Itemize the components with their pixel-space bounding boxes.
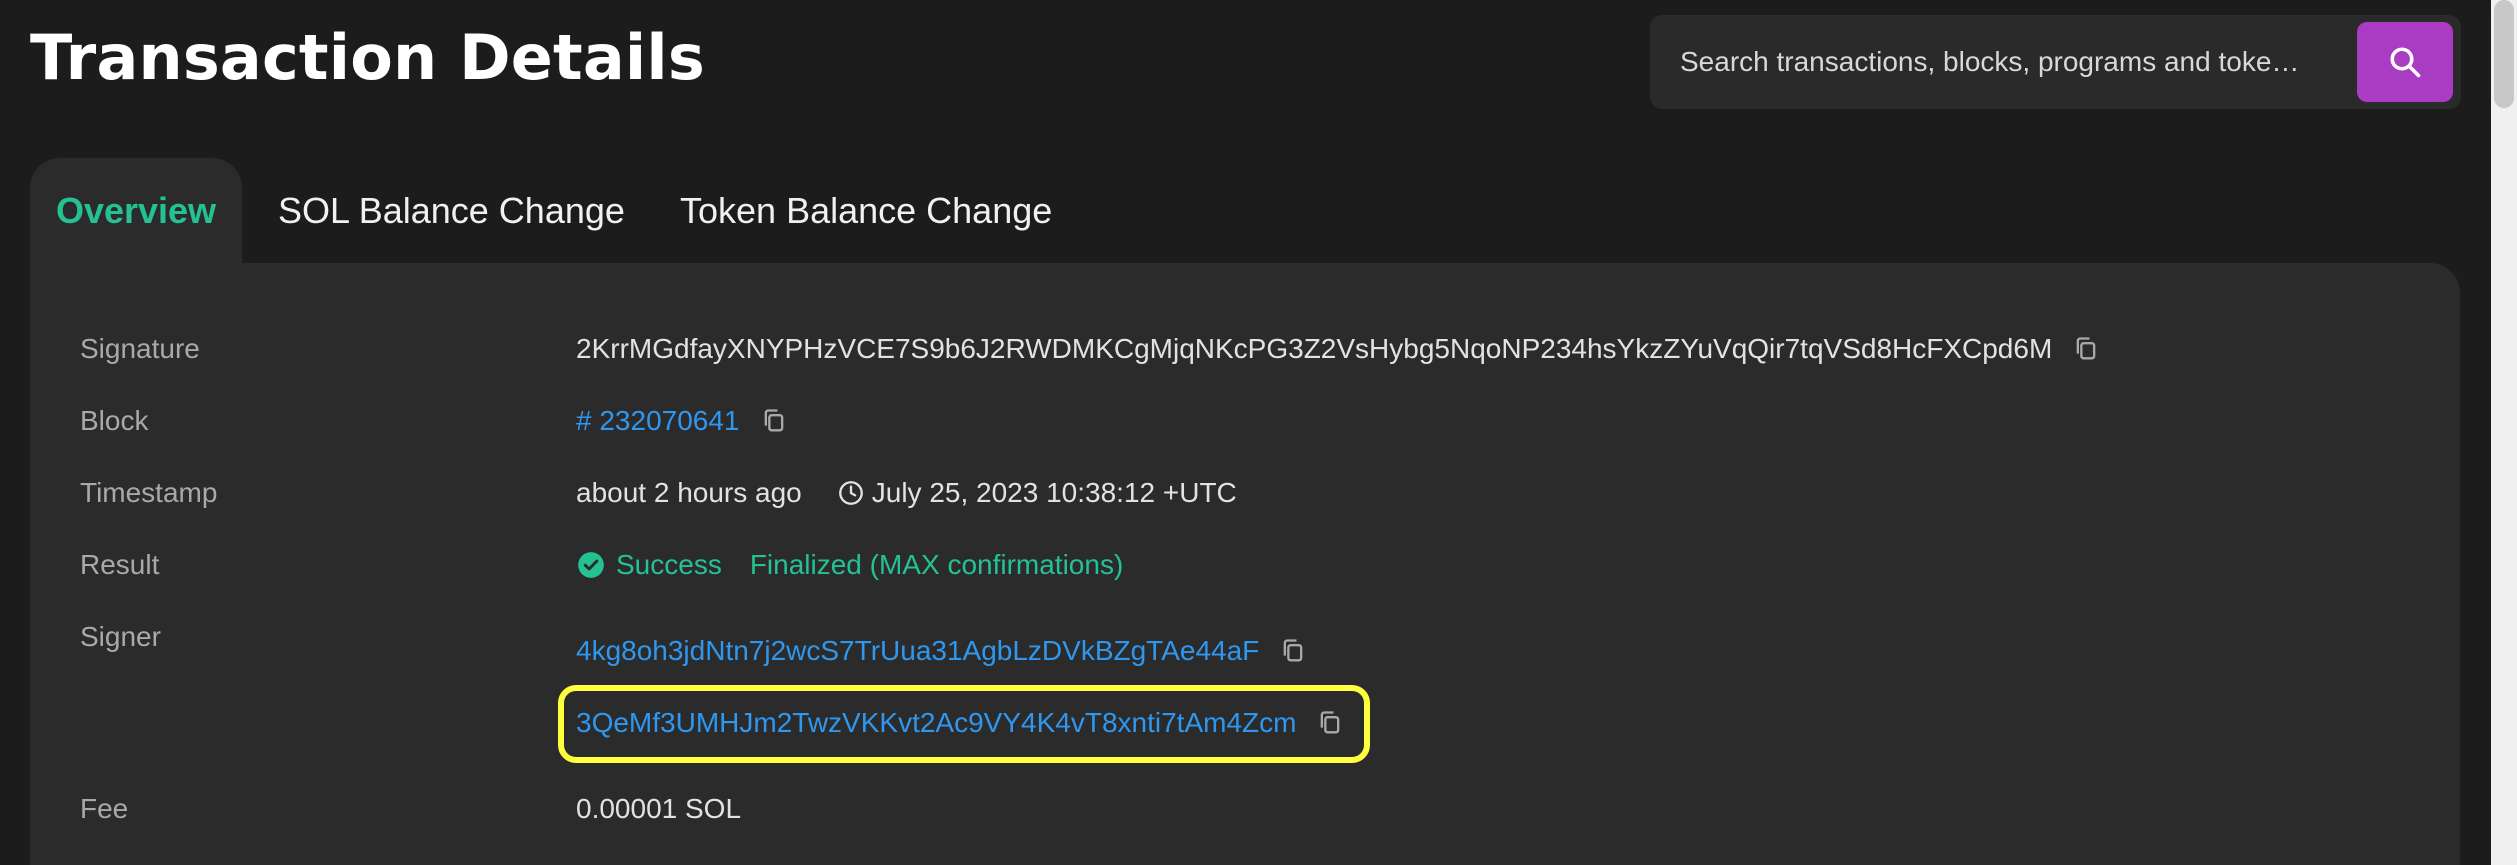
transaction-overview-panel: Signature 2KrrMGdfayXNYPHzVCE7S9b6J2RWDM…: [30, 263, 2460, 865]
copy-block-icon[interactable]: [758, 404, 790, 438]
check-circle-icon: [576, 550, 606, 580]
block-link[interactable]: # 232070641: [576, 405, 740, 437]
signature-label: Signature: [80, 333, 200, 364]
page-title: Transaction Details: [30, 21, 705, 94]
block-value-row: # 232070641: [576, 399, 790, 443]
signer-highlight-box: [558, 685, 1370, 763]
signature-value-row: 2KrrMGdfayXNYPHzVCE7S9b6J2RWDMKCgMjqNKcP…: [576, 327, 2102, 371]
timestamp-value-row: about 2 hours ago July 25, 2023 10:38:12…: [576, 471, 1237, 515]
tab-overview[interactable]: Overview: [30, 158, 242, 264]
timestamp-absolute: July 25, 2023 10:38:12 +UTC: [871, 477, 1237, 508]
signature-value: 2KrrMGdfayXNYPHzVCE7S9b6J2RWDMKCgMjqNKcP…: [576, 333, 2053, 364]
signer-value-row-1: 4kg8oh3jdNtn7j2wcS7TrUua31AgbLzDVkBZgTAe…: [576, 629, 1309, 673]
fee-value: 0.00001 SOL: [576, 793, 742, 824]
signer-link-1[interactable]: 4kg8oh3jdNtn7j2wcS7TrUua31AgbLzDVkBZgTAe…: [576, 635, 1259, 667]
fee-label: Fee: [80, 793, 129, 824]
search-input[interactable]: [1680, 15, 2340, 109]
copy-signer-1-icon[interactable]: [1277, 634, 1309, 668]
result-label: Result: [80, 549, 160, 580]
transaction-details-page: Transaction Details Overview SOL Balance…: [0, 0, 2517, 865]
fee-value-row: 0.00001 SOL: [576, 787, 741, 831]
scrollbar-thumb[interactable]: [2494, 0, 2514, 108]
transaction-tabs: Overview SOL Balance Change Token Balanc…: [30, 158, 1230, 264]
search-box: [1650, 15, 2461, 109]
clock-icon: [836, 478, 866, 508]
signer-label: Signer: [80, 621, 161, 652]
result-status: Success: [616, 549, 722, 580]
tab-token-balance-change[interactable]: Token Balance Change: [680, 158, 1052, 264]
search-icon: [2390, 47, 2421, 78]
vertical-scrollbar[interactable]: [2491, 0, 2517, 865]
timestamp-label: Timestamp: [80, 477, 218, 508]
block-label: Block: [80, 405, 149, 436]
search-button[interactable]: [2357, 22, 2453, 102]
confirmation-status: Finalized (MAX confirmations): [749, 549, 1124, 580]
result-value-row: Success Finalized (MAX confirmations): [576, 543, 1123, 587]
tab-sol-balance-change[interactable]: SOL Balance Change: [278, 158, 625, 264]
copy-signature-icon[interactable]: [2070, 332, 2102, 366]
timestamp-relative: about 2 hours ago: [576, 477, 802, 508]
